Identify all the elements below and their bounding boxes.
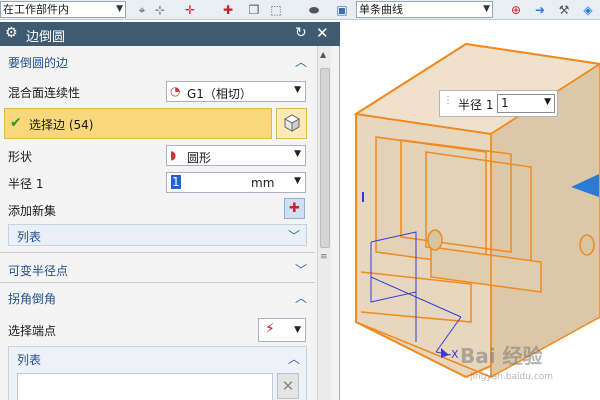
dialog-content: 要倒圆的边 ︿ 混合面连续性 ◔ G1（相切） ▼ ✔ 选择边 (54) 形状 …: [0, 46, 315, 400]
point-snap-icon[interactable]: ✛: [182, 2, 198, 18]
section-corner-setback-header[interactable]: 拐角倒角 ︿: [0, 286, 315, 308]
chevron-down-icon: ▼: [294, 325, 301, 335]
filter-icon[interactable]: ⊹: [152, 2, 168, 18]
edges-list-header[interactable]: 列表 ﹀: [8, 224, 307, 246]
add-new-set-button[interactable]: ✚: [284, 198, 305, 219]
curve-rule-select[interactable]: 单条曲线 ▼: [356, 1, 493, 18]
scroll-up-icon[interactable]: ▲: [320, 50, 326, 59]
corner-list-label: 列表: [17, 353, 42, 367]
select-endpoint-button[interactable]: ⚡ ▼: [258, 318, 306, 342]
selection-scope-select[interactable]: 在工作部件内 ▼: [0, 1, 126, 18]
corner-list: 列表 ︿ ✕: [8, 346, 307, 400]
divider: [0, 282, 315, 283]
chevron-down-icon: ▼: [294, 176, 301, 186]
select-edge-label: 选择边 (54): [29, 118, 94, 132]
select-box-icon[interactable]: ⬚: [268, 2, 284, 18]
chevron-down-icon: ▼: [294, 85, 301, 95]
watermark-logo: Bai 经验: [460, 344, 543, 368]
shape-select[interactable]: ◗ 圆形 ▼: [166, 145, 306, 166]
radius-value: 1: [171, 175, 181, 189]
add-new-set-label: 添加新集: [8, 204, 57, 218]
copy-icon[interactable]: ❐: [246, 2, 262, 18]
dialog-titlebar: ⚙ 边倒圆 ↻ ✕: [0, 22, 340, 46]
crosshair-icon[interactable]: ✚: [220, 2, 236, 18]
chevron-up-icon[interactable]: ︿: [295, 289, 307, 306]
cube-icon: [283, 114, 301, 132]
chevron-down-icon: ▼: [544, 97, 551, 107]
snap-icon[interactable]: ⌖: [134, 2, 150, 18]
reset-icon[interactable]: ↻: [295, 25, 307, 41]
scrollbar-thumb[interactable]: [320, 68, 330, 248]
close-icon[interactable]: ✕: [316, 24, 329, 42]
intersection-icon[interactable]: ⊕: [508, 2, 524, 18]
blend-continuity-label: 混合面连续性: [8, 86, 81, 100]
select-endpoint-label: 选择端点: [8, 324, 57, 338]
radius-unit: mm: [251, 176, 275, 190]
onscreen-radius-label: 半径 1: [458, 98, 494, 112]
delete-button[interactable]: ✕: [277, 373, 299, 399]
radius-label: 半径 1: [8, 177, 44, 191]
axis-x-label: X: [451, 348, 459, 361]
gear-icon[interactable]: ⚙: [5, 25, 18, 41]
chevron-down-icon[interactable]: ﹀: [288, 227, 300, 244]
onscreen-radius-input[interactable]: ⋮ 半径 1 1 ▼: [439, 90, 558, 117]
radius-input[interactable]: 1 mm ▼: [166, 172, 306, 193]
endpoint-icon: ⚡: [265, 321, 275, 337]
divider: [0, 252, 315, 253]
chevron-up-icon[interactable]: ︿: [295, 53, 307, 70]
eraser-icon[interactable]: ⬬: [306, 2, 322, 18]
cube-icon[interactable]: ▣: [334, 2, 350, 18]
chevron-down-icon: ▼: [294, 149, 301, 159]
chevron-down-icon: ▼: [483, 4, 490, 14]
continuity-icon: ◔: [170, 84, 181, 98]
section-edges-title: 要倒圆的边: [8, 56, 69, 70]
chevron-down-icon: ▼: [116, 4, 123, 14]
grip-icon: ≡: [320, 252, 328, 262]
edge-blend-dialog: ⚙ 边倒圆 ↻ ✕ 要倒圆的边 ︿ 混合面连续性 ◔ G1（相切） ▼ ✔ 选择…: [0, 22, 340, 400]
top-toolbar: 在工作部件内 ▼ ⌖ ⊹ ✛ ✚ ❐ ⬚ ⬬ ▣ 单条曲线 ▼ ⊕ ➜ ⚒ ◈: [0, 0, 600, 20]
round-shape-icon: ◗: [170, 148, 177, 162]
stop-icon[interactable]: ◈: [580, 2, 596, 18]
chevron-down-icon[interactable]: ﹀: [295, 261, 307, 278]
corner-list-box[interactable]: [17, 373, 273, 400]
arrow-right-icon[interactable]: ➜: [532, 2, 548, 18]
section-variable-radius-header[interactable]: 可变半径点 ﹀: [0, 258, 315, 280]
select-edge-row[interactable]: ✔ 选择边 (54): [4, 108, 272, 139]
shape-label: 形状: [8, 150, 33, 164]
select-edge-cube-button[interactable]: [276, 108, 307, 139]
watermark-url: jingyan.baidu.com: [470, 372, 554, 382]
section-variable-radius-title: 可变半径点: [8, 264, 69, 278]
add-set-icon: ✚: [289, 201, 300, 216]
check-icon: ✔: [10, 115, 22, 131]
section-corner-setback-title: 拐角倒角: [8, 292, 57, 306]
section-edges-header[interactable]: 要倒圆的边 ︿: [0, 50, 315, 72]
onscreen-radius-field[interactable]: 1 ▼: [497, 94, 555, 113]
blend-continuity-select[interactable]: ◔ G1（相切） ▼: [166, 81, 306, 102]
close-icon: ✕: [281, 377, 295, 395]
dialog-scrollbar[interactable]: ▲ ≡: [317, 46, 331, 400]
drag-handle-icon[interactable]: ⋮: [443, 95, 453, 106]
dialog-title: 边倒圆: [26, 30, 66, 45]
tool-icon[interactable]: ⚒: [556, 2, 572, 18]
edges-list-label: 列表: [17, 230, 42, 244]
chevron-up-icon[interactable]: ︿: [288, 350, 300, 367]
